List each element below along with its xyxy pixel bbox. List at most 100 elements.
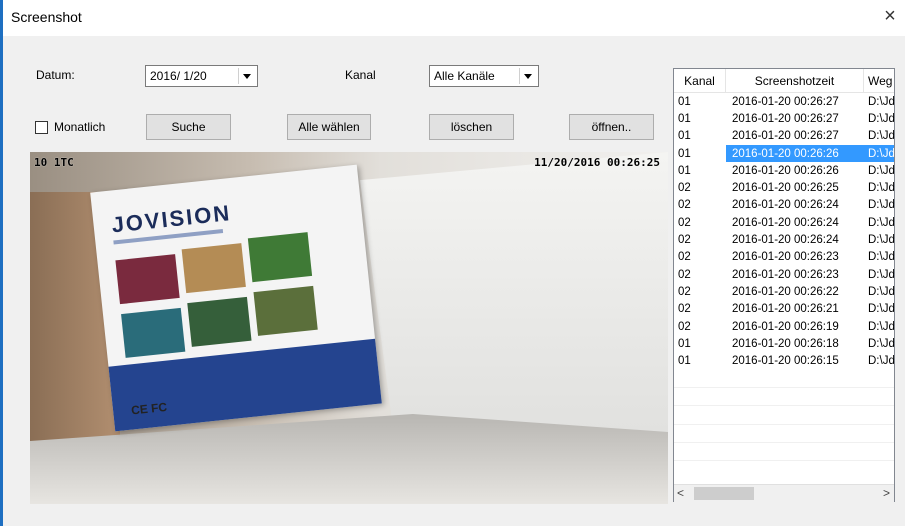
cell-time: 2016-01-20 00:26:18: [732, 337, 839, 350]
cell-time: 2016-01-20 00:26:22: [732, 285, 839, 298]
list-item[interactable]: 01 2016-01-20 00:26:27 D:\Jd: [674, 110, 895, 127]
chevron-down-icon[interactable]: [238, 68, 255, 84]
list-item[interactable]: 01 2016-01-20 00:26:18 D:\Jd: [674, 335, 895, 352]
list-item[interactable]: 02 2016-01-20 00:26:24 D:\Jd: [674, 197, 895, 214]
cell-time: 2016-01-20 00:26:23: [732, 251, 839, 264]
list-item[interactable]: 02 2016-01-20 00:26:22 D:\Jd: [674, 283, 895, 300]
cell-time: 2016-01-20 00:26:23: [732, 268, 839, 281]
cell-path: D:\Jd: [868, 182, 895, 195]
osd-timestamp: 11/20/2016 00:26:25: [534, 156, 660, 169]
channel-label: Kanal: [345, 68, 376, 82]
screenshot-list[interactable]: Kanal Screenshotzeit Weg 01 2016-01-20 00…: [673, 68, 895, 502]
cell-channel: 02: [678, 285, 691, 298]
empty-row: [674, 443, 894, 462]
cell-path: D:\Jd: [868, 303, 895, 316]
cell-channel: 01: [678, 130, 691, 143]
list-item[interactable]: 02 2016-01-20 00:26:23 D:\Jd: [674, 249, 895, 266]
cell-time: 2016-01-20 00:26:24: [732, 216, 839, 229]
list-item[interactable]: 02 2016-01-20 00:26:25 D:\Jd: [674, 179, 895, 196]
title-bar: Screenshot ×: [3, 0, 905, 36]
empty-row: [674, 370, 894, 389]
box-tile: [121, 307, 186, 358]
list-item[interactable]: 01 2016-01-20 00:26:27 D:\Jd: [674, 128, 895, 145]
cell-path: D:\Jd: [868, 337, 895, 350]
date-value: 2016/ 1/20: [150, 69, 207, 83]
list-item[interactable]: 01 2016-01-20 00:26:27 D:\Jd: [674, 93, 895, 110]
cell-channel: 02: [678, 182, 691, 195]
cell-channel: 02: [678, 320, 691, 333]
cell-channel: 01: [678, 147, 691, 160]
scroll-left-icon[interactable]: <: [677, 486, 684, 500]
channel-select[interactable]: Alle Kanäle: [429, 65, 539, 87]
cell-channel: 02: [678, 199, 691, 212]
channel-value: Alle Kanäle: [434, 69, 495, 83]
cell-time: 2016-01-20 00:26:27: [732, 95, 839, 108]
cell-time: 2016-01-20 00:26:27: [732, 112, 839, 125]
box-tile: [187, 296, 252, 347]
cell-path: D:\Jd: [868, 320, 895, 333]
preview-product-box: JOVISION CE FC: [90, 164, 382, 432]
close-icon[interactable]: ×: [879, 5, 901, 28]
scroll-right-icon[interactable]: >: [883, 486, 890, 500]
window-title: Screenshot: [11, 9, 82, 25]
column-header-path[interactable]: Weg: [864, 69, 894, 92]
box-tile: [115, 254, 180, 305]
cell-channel: 02: [678, 268, 691, 281]
empty-row: [674, 425, 894, 443]
horizontal-scrollbar[interactable]: < >: [674, 484, 894, 502]
date-picker[interactable]: 2016/ 1/20: [145, 65, 258, 87]
box-tile: [247, 232, 313, 283]
date-label: Datum:: [36, 68, 75, 82]
cell-time: 2016-01-20 00:26:26: [726, 147, 864, 160]
cell-channel: 01: [678, 95, 691, 108]
list-item[interactable]: 02 2016-01-20 00:26:19 D:\Jd: [674, 318, 895, 335]
cell-time: 2016-01-20 00:26:27: [732, 130, 839, 143]
cell-path: D:\Jd: [868, 199, 895, 212]
cell-time: 2016-01-20 00:26:21: [732, 303, 839, 316]
list-item[interactable]: 02 2016-01-20 00:26:21 D:\Jd: [674, 301, 895, 318]
cell-path: D:\Jd: [868, 164, 895, 177]
cell-path: D:\Jd: [868, 251, 895, 264]
open-button[interactable]: öffnen..: [569, 114, 654, 140]
list-item[interactable]: 02 2016-01-20 00:26:24 D:\Jd: [674, 214, 895, 231]
list-item[interactable]: 02 2016-01-20 00:26:23 D:\Jd: [674, 266, 895, 283]
cell-path: D:\Jd: [868, 216, 895, 229]
cell-path: D:\Jd: [868, 95, 895, 108]
list-item[interactable]: 01 2016-01-20 00:26:15 D:\Jd: [674, 352, 895, 369]
empty-row: [674, 406, 894, 425]
column-header-channel[interactable]: Kanal: [674, 69, 726, 92]
cell-path: D:\Jd: [868, 285, 895, 298]
window-frame-edge: [0, 0, 3, 526]
cell-channel: 01: [678, 164, 691, 177]
cell-path: D:\Jd: [868, 355, 895, 368]
cell-channel: 02: [678, 234, 691, 247]
cell-channel: 01: [678, 112, 691, 125]
list-rows: 01 2016-01-20 00:26:27 D:\Jd 01 2016-01-20 0…: [674, 93, 895, 462]
select-all-button[interactable]: Alle wählen: [287, 114, 371, 140]
cell-time: 2016-01-20 00:26:26: [732, 164, 839, 177]
box-tile: [253, 285, 318, 336]
empty-row: [674, 388, 894, 407]
list-header: Kanal Screenshotzeit Weg: [674, 69, 894, 93]
osd-channel-text: 10 1TC: [34, 156, 74, 169]
chevron-down-icon[interactable]: [519, 68, 536, 84]
cell-path: D:\Jd: [868, 130, 895, 143]
list-item[interactable]: 01 2016-01-20 00:26:26 D:\Jd: [674, 162, 895, 179]
monthly-label: Monatlich: [54, 120, 106, 134]
monthly-checkbox[interactable]: [35, 121, 48, 134]
scrollbar-thumb[interactable]: [694, 487, 754, 500]
screenshot-preview: JOVISION CE FC 10 1TC 11/20/2016 00:26:2…: [30, 152, 668, 504]
search-button[interactable]: Suche: [146, 114, 231, 140]
cell-path: D:\Jd: [868, 268, 895, 281]
list-item[interactable]: 01 2016-01-20 00:26:26 D:\Jd: [674, 144, 894, 163]
list-item[interactable]: 02 2016-01-20 00:26:24 D:\Jd: [674, 231, 894, 248]
column-header-time[interactable]: Screenshotzeit: [726, 69, 864, 92]
cell-time: 2016-01-20 00:26:15: [732, 355, 839, 368]
cell-time: 2016-01-20 00:26:25: [732, 182, 839, 195]
cell-path: D:\Jd: [868, 112, 895, 125]
cell-channel: 02: [678, 216, 691, 229]
cell-time: 2016-01-20 00:26:24: [732, 199, 839, 212]
cell-channel: 01: [678, 355, 691, 368]
delete-button[interactable]: löschen: [429, 114, 514, 140]
cell-path: D:\Jd: [864, 147, 894, 160]
